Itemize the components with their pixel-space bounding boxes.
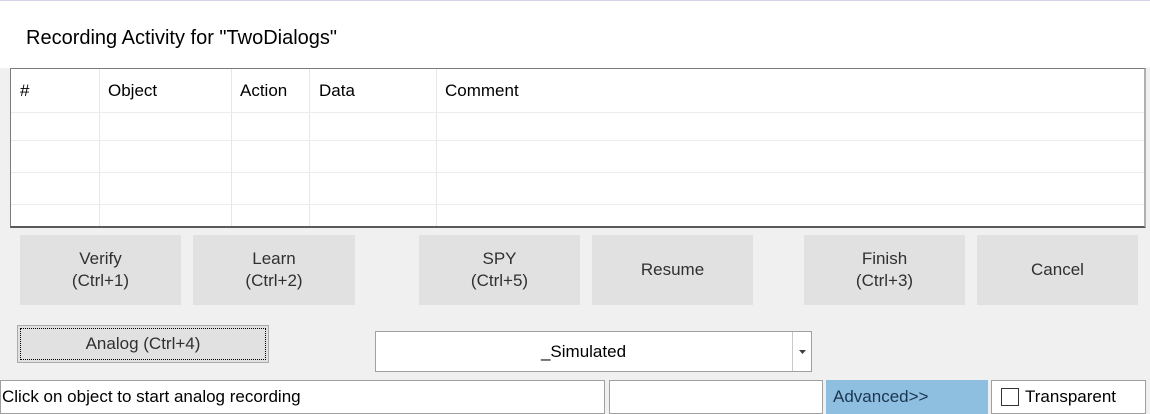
column-divider xyxy=(99,69,100,226)
learn-button-label: Learn xyxy=(252,249,296,268)
column-header-number[interactable]: # xyxy=(11,69,99,112)
advanced-button-label: Advanced>> xyxy=(833,387,929,406)
column-header-object[interactable]: Object xyxy=(99,69,231,112)
column-header-data[interactable]: Data xyxy=(310,69,436,112)
status-secondary-field xyxy=(609,380,823,414)
advanced-button[interactable]: Advanced>> xyxy=(826,380,988,414)
column-divider xyxy=(309,69,310,226)
verify-button-shortcut: (Ctrl+1) xyxy=(71,271,130,290)
cancel-button[interactable]: Cancel xyxy=(977,235,1138,305)
spy-button[interactable]: SPY (Ctrl+5) xyxy=(419,235,580,305)
spy-button-label: SPY xyxy=(482,249,517,268)
chevron-down-icon xyxy=(798,349,806,354)
analog-button[interactable]: Analog (Ctrl+4) xyxy=(17,325,269,363)
finish-button[interactable]: Finish (Ctrl+3) xyxy=(804,235,965,305)
learn-button[interactable]: Learn (Ctrl+2) xyxy=(193,235,355,305)
spy-button-shortcut: (Ctrl+5) xyxy=(470,271,529,290)
dropdown-toggle[interactable] xyxy=(792,332,811,371)
learn-button-shortcut: (Ctrl+2) xyxy=(245,271,303,290)
analog-button-label: Analog (Ctrl+4) xyxy=(20,328,266,360)
column-divider xyxy=(231,69,232,226)
row-divider xyxy=(11,112,1144,113)
status-message: Click on object to start analog recordin… xyxy=(2,387,301,406)
row-divider xyxy=(11,204,1144,205)
row-divider xyxy=(11,172,1144,173)
checkbox-box[interactable] xyxy=(1001,388,1019,406)
title-bar: Recording Activity for "TwoDialogs" xyxy=(0,0,1150,68)
column-divider xyxy=(436,69,437,226)
transparent-label: Transparent xyxy=(1025,387,1117,406)
finish-button-shortcut: (Ctrl+3) xyxy=(855,271,914,290)
resume-button[interactable]: Resume xyxy=(592,235,753,305)
row-divider xyxy=(11,140,1144,141)
verify-button-label: Verify xyxy=(79,249,122,268)
cancel-button-label: Cancel xyxy=(1031,260,1084,279)
column-header-comment[interactable]: Comment xyxy=(436,69,1136,112)
window-title: Recording Activity for "TwoDialogs" xyxy=(26,27,337,49)
recorded-steps-grid[interactable]: # Object Action Data Comment xyxy=(10,68,1146,228)
recording-mode-value: _Simulated xyxy=(540,341,627,361)
finish-button-label: Finish xyxy=(861,249,908,268)
recording-mode-dropdown[interactable]: _Simulated xyxy=(375,331,812,372)
resume-button-label: Resume xyxy=(640,260,705,279)
transparent-checkbox[interactable]: Transparent xyxy=(991,380,1146,414)
column-header-action[interactable]: Action xyxy=(231,69,310,112)
recording-activity-window: Recording Activity for "TwoDialogs" # Ob… xyxy=(0,0,1150,414)
status-message-field: Click on object to start analog recordin… xyxy=(0,380,605,414)
verify-button[interactable]: Verify (Ctrl+1) xyxy=(20,235,181,305)
